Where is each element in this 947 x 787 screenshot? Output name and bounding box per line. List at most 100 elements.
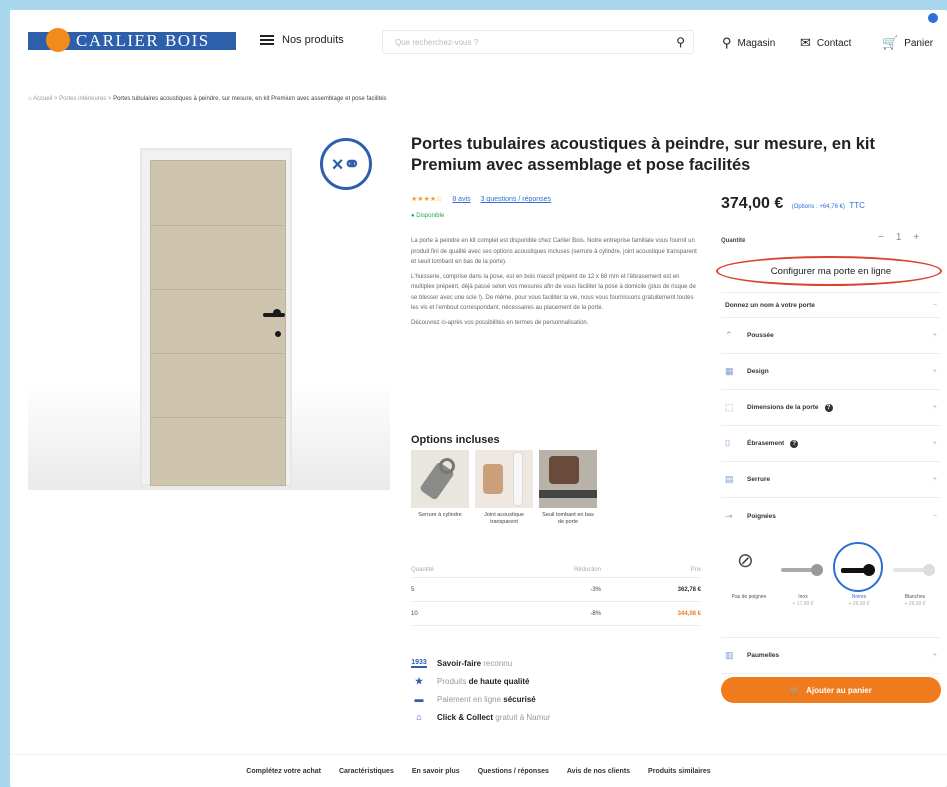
accordion-label: Dimensions de la porte [747,404,819,411]
accordion-label: Design [747,368,769,375]
section-link[interactable]: Avis de nos clients [567,768,630,775]
option-label: Joint acoustique transparent [484,512,524,525]
accordion-ebrasement[interactable]: ⌷ Ébrasement ? + [721,426,941,462]
table-row: 10 -8% 344,08 € [411,602,701,626]
price-block: 374,00 € (Options : +64,76 €) TTC [721,195,865,213]
price-ttc: TTC [849,201,865,210]
search-icon[interactable]: ⚲ [676,35,685,49]
reviews-link[interactable]: 8 avis [452,196,470,203]
accordion-name[interactable]: Donnez un nom à votre porte − [721,292,941,318]
feature-bold: Savoir-faire [437,658,482,668]
price-cell: 362,78 € [677,586,701,593]
acoustic-ear-icon: ×⚭ [320,138,372,190]
feature-text: reconnu [481,658,513,668]
accordion-label: Paumelles [747,652,780,659]
hamburger-icon [260,35,274,45]
section-link[interactable]: Questions / réponses [478,768,549,775]
feature-item: ★ Produits de haute qualité [411,672,550,690]
included-options-title: Options incluses [411,434,500,446]
threshold-image-icon [539,450,597,508]
products-menu-button[interactable]: Nos produits [260,34,344,46]
plus-button[interactable]: + [913,232,919,243]
store-link[interactable]: ⚲ Magasin [722,35,775,51]
description-paragraph: Découvrez ci-après vos possibilités en t… [411,319,589,326]
options-price: (Options : +64,76 €) [791,204,845,210]
questions-link[interactable]: 3 questions / réponses [481,196,551,203]
section-link[interactable]: Produits similaires [648,768,711,775]
option-label: Seuil tombant en bas de porte [542,512,594,525]
section-nav: Complétez votre achat Caractéristiques E… [10,754,947,787]
inox-handle-icon [777,546,829,594]
handle-option-inox[interactable]: Inox + 17,90 € [777,546,829,607]
quantity-stepper[interactable]: − 1 + [878,232,919,243]
accordion-poignees[interactable]: ⊸ Poignées − [721,498,941,534]
accordion-paumelles[interactable]: ▥ Paumelles + [721,638,941,674]
logo[interactable]: CARLIER BOIS [28,28,236,52]
year-badge-icon: 1933 [411,658,427,668]
description-paragraph: La porte à peindre en kit complet est di… [411,238,697,265]
products-menu-label: Nos produits [282,34,344,46]
quantity-discount-table: Quantité Réduction Prix 5 -3% 362,78 € 1… [411,562,701,626]
section-link[interactable]: En savoir plus [412,768,460,775]
reduction-cell: -8% [590,610,601,617]
header: CARLIER BOIS Nos produits Que recherchez… [10,10,947,65]
lock-icon: ▤ [725,474,734,484]
selected-ring [833,542,883,592]
door-groove [151,289,285,290]
help-icon[interactable]: ? [790,439,799,448]
cart-label: Panier [904,37,934,49]
feature-bold: sécurisé [503,694,536,704]
configurator-accordion: Donnez un nom à votre porte − ⌃ Poussée … [721,292,941,534]
breadcrumb-current: Portes tubulaires acoustiques à peindre,… [113,96,387,102]
help-icon[interactable]: ? [824,403,833,412]
door-handle-rose [273,309,281,317]
door-groove [151,353,285,354]
door-frame [140,148,292,486]
section-link[interactable]: Complétez votre achat [246,768,321,775]
quantity-value[interactable]: 1 [896,232,902,243]
home-icon[interactable]: ⌂ [28,96,32,102]
handle-option-black[interactable]: Noires + 26,00 € [833,542,885,607]
accordion-poussee[interactable]: ⌃ Poussée + [721,318,941,354]
handle-price: + 17,90 € [792,600,814,607]
cart-link[interactable]: 🛒 Panier [882,35,933,51]
description-paragraph: L'huisserie, comprise dans la pose, est … [411,273,696,312]
breadcrumb-category[interactable]: Portes intérieures [59,96,106,102]
column-header: Réduction [573,566,601,573]
price: 374,00 € [721,195,784,212]
reduction-cell: -3% [590,586,601,593]
cart-icon: 🛒 [882,35,899,50]
handle-option-white[interactable]: Blanches + 26,00 € [889,546,941,607]
add-to-cart-button[interactable]: 🛒 Ajouter au panier [721,677,941,703]
feature-bold: Click & Collect [437,712,494,722]
product-page: CARLIER BOIS Nos produits Que recherchez… [10,10,947,787]
minus-button[interactable]: − [878,232,884,243]
contact-link[interactable]: ✉ Contact [800,35,851,51]
option-seal[interactable]: Joint acoustique transparent [475,450,533,526]
white-handle-icon [889,546,941,594]
handle-options: ⊘ Pas de poignée Inox + 17,90 € Noires +… [721,542,941,638]
feature-text: Paiement en ligne [437,694,504,704]
accordion-design[interactable]: ▦ Design + [721,354,941,390]
accordion-dimensions[interactable]: ⬚ Dimensions de la porte ? + [721,390,941,426]
hinge-icon: ▥ [725,650,734,660]
minus-icon: − [932,301,937,309]
no-handle-icon: ⊘ [737,550,754,572]
handle-option-none[interactable]: ⊘ Pas de poignée [723,546,775,601]
section-link[interactable]: Caractéristiques [339,768,394,775]
search-placeholder: Que recherchez-vous ? [395,38,479,47]
accordion-serrure[interactable]: ▤ Serrure + [721,462,941,498]
breadcrumb-home[interactable]: Accueil [33,96,52,102]
option-threshold[interactable]: Seuil tombant en bas de porte [539,450,597,526]
door-groove [151,417,285,418]
ebrasement-icon: ⌷ [725,438,731,448]
search-input[interactable]: Que recherchez-vous ? ⚲ [382,30,694,54]
feature-text: Produits [437,676,469,686]
option-lock[interactable]: Serrure à cylindre [411,450,469,526]
add-to-cart-label: Ajouter au panier [806,685,872,695]
column-header: Prix [690,566,701,573]
cart-icon: 🛒 [790,685,801,695]
push-icon: ⌃ [725,330,733,340]
plus-icon: + [932,440,937,447]
door-illustration [150,160,286,486]
